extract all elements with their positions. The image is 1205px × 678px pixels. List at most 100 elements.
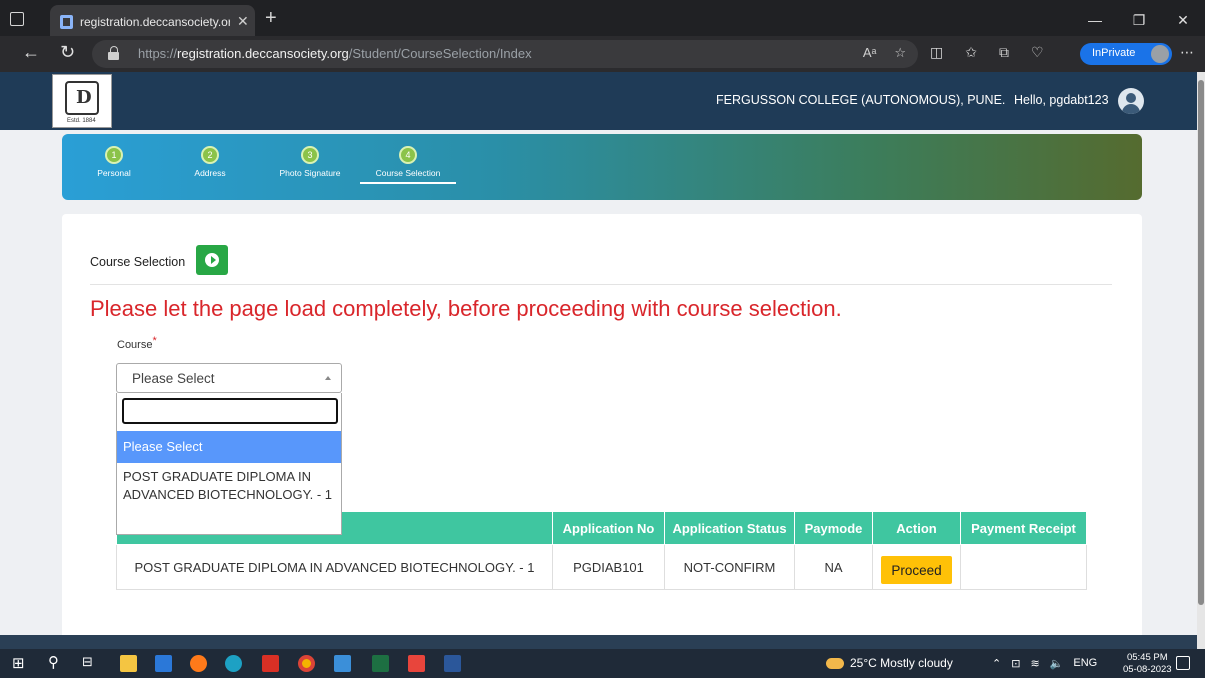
cell-course: POST GRADUATE DIPLOMA IN ADVANCED BIOTEC… [116,544,553,590]
task-view-icon[interactable]: ⊟ [82,654,99,671]
course-select[interactable]: Please Select [116,363,342,393]
notifications-icon[interactable] [1176,656,1190,670]
step-course-selection[interactable]: 4 Course Selection [360,146,456,184]
page-favicon-icon [60,15,73,29]
health-icon[interactable]: ♡ [1031,44,1044,61]
option-pgdabt[interactable]: POST GRADUATE DIPLOMA IN ADVANCED BIOTEC… [117,468,341,504]
proceed-button[interactable]: Proceed [881,556,952,584]
dropdown-search-input[interactable] [122,398,338,424]
cell-receipt [960,544,1087,590]
col-status-header: Application Status [664,511,795,545]
site-header: Estd. 1884 FERGUSSON COLLEGE (AUTONOMOUS… [0,72,1197,130]
cell-status: NOT-CONFIRM [664,544,795,590]
divider [90,284,1112,285]
restore-icon[interactable]: ❐ [1117,0,1161,40]
mail-icon[interactable] [155,655,172,672]
lock-icon[interactable] [108,46,120,60]
table-row: POST GRADUATE DIPLOMA IN ADVANCED BIOTEC… [116,544,1087,590]
favorite-star-icon[interactable]: ☆ [894,45,906,61]
refresh-icon[interactable]: ↻ [60,42,75,63]
chrome-icon[interactable] [298,655,315,672]
user-avatar-icon[interactable] [1118,88,1144,114]
windows-taskbar: ⊞ ⚲ ⊟ 25°C Mostly cloudy ⌃ ⊡ ≋ 🔈 ENG 05:… [0,649,1205,678]
wifi-icon[interactable]: ≋ [1030,657,1039,670]
edge-icon[interactable] [225,655,242,672]
weather-widget[interactable]: 25°C Mostly cloudy [826,656,953,670]
word-icon[interactable] [444,655,461,672]
cell-app-no: PGDIAB101 [552,544,665,590]
language-indicator[interactable]: ENG [1073,657,1097,670]
read-aloud-icon[interactable]: Aᵃ [863,45,877,61]
window-controls: — ❐ ✕ [1073,0,1205,40]
option-please-select[interactable]: Please Select [117,431,341,463]
course-label: Course* [117,335,157,351]
address-toolbar: ← ↻ https://registration.deccansociety.o… [0,36,1205,72]
step-label: Course Selection [375,168,441,178]
meet-icon[interactable]: ⊡ [1011,657,1020,670]
step-personal[interactable]: 1 Personal [92,146,136,178]
new-tab-icon[interactable]: + [265,8,277,28]
file-explorer-icon[interactable] [120,655,137,672]
step-photo-signature[interactable]: 3 Photo Signature [272,146,348,178]
firefox-icon[interactable] [190,655,207,672]
clock-time: 05:45 PM [1126,652,1168,663]
close-window-icon[interactable]: ✕ [1161,0,1205,40]
logo-estd-text: Estd. 1884 [67,118,96,124]
split-screen-icon[interactable]: ◫ [930,44,943,61]
course-selection-card: Course Selection Please let the page loa… [62,214,1142,649]
society-logo: Estd. 1884 [52,74,112,128]
section-title: Course Selection [90,255,186,269]
step-label: Personal [97,168,131,178]
step-address[interactable]: 2 Address [180,146,240,178]
cell-paymode: NA [794,544,873,590]
anydesk-icon[interactable] [408,655,425,672]
inprivate-badge[interactable]: InPrivate [1080,43,1172,65]
volume-icon[interactable]: 🔈 [1050,657,1064,670]
pdf-reader-icon[interactable] [262,655,279,672]
excel-icon[interactable] [372,655,389,672]
tab-actions-icon[interactable] [10,12,24,26]
address-bar-tools: Aᵃ ☆ [863,45,906,61]
course-dropdown: Please Select POST GRADUATE DIPLOMA IN A… [116,393,342,535]
play-circle-icon[interactable] [196,245,228,275]
col-receipt-header: Payment Receipt [960,511,1087,545]
step-label: Photo Signature [279,168,341,178]
browser-tab[interactable]: registration.deccansociety.org/St ✕ [50,5,255,39]
search-icon[interactable]: ⚲ [48,653,65,671]
page-scrollbar[interactable] [1197,72,1205,649]
col-app-no-header: Application No [552,511,665,545]
tab-title: registration.deccansociety.org/St [80,15,230,29]
chevron-up-tray-icon[interactable]: ⌃ [992,657,1001,670]
address-bar[interactable]: https://registration.deccansociety.org/S… [92,40,918,68]
load-warning: Please let the page load completely, bef… [90,296,842,321]
close-tab-icon[interactable]: ✕ [237,13,249,30]
browser-toolbar-icons: ◫ ✩ ⧉ ♡ [930,44,1044,61]
browser-tab-bar: registration.deccansociety.org/St ✕ + — … [0,0,1205,40]
back-icon[interactable]: ← [22,42,40,63]
crest-icon [65,81,99,115]
clock-date: 05-08-2023 [1123,664,1172,675]
col-paymode-header: Paymode [794,511,873,545]
profile-avatar [1151,45,1169,63]
page-footer [0,635,1197,649]
cell-action: Proceed [872,544,961,590]
cloud-icon [826,658,844,670]
url-text: https://registration.deccansociety.org/S… [138,46,532,61]
clock[interactable]: 05:45 PM 05-08-2023 [1123,652,1172,676]
system-tray: ⌃ ⊡ ≋ 🔈 ENG [992,657,1097,670]
collections-icon[interactable]: ⧉ [999,44,1009,61]
user-greeting[interactable]: Hello, pgdabt123 [1014,93,1109,107]
windows-start-icon[interactable]: ⊞ [12,654,29,672]
chevron-up-icon [325,376,331,380]
required-mark: * [152,335,157,347]
minimize-icon[interactable]: — [1073,0,1117,40]
favorites-icon[interactable]: ✩ [965,44,977,61]
scrollbar-thumb[interactable] [1198,80,1204,605]
page-viewport: Estd. 1884 FERGUSSON COLLEGE (AUTONOMOUS… [0,72,1197,649]
registration-stepper: 1 Personal 2 Address 3 Photo Signature 4… [62,134,1142,200]
col-action-header: Action [872,511,961,545]
more-options-icon[interactable]: ⋯ [1180,44,1194,61]
course-select-value: Please Select [132,371,215,386]
college-name: FERGUSSON COLLEGE (AUTONOMOUS), PUNE. [716,93,1006,107]
photos-icon[interactable] [334,655,351,672]
